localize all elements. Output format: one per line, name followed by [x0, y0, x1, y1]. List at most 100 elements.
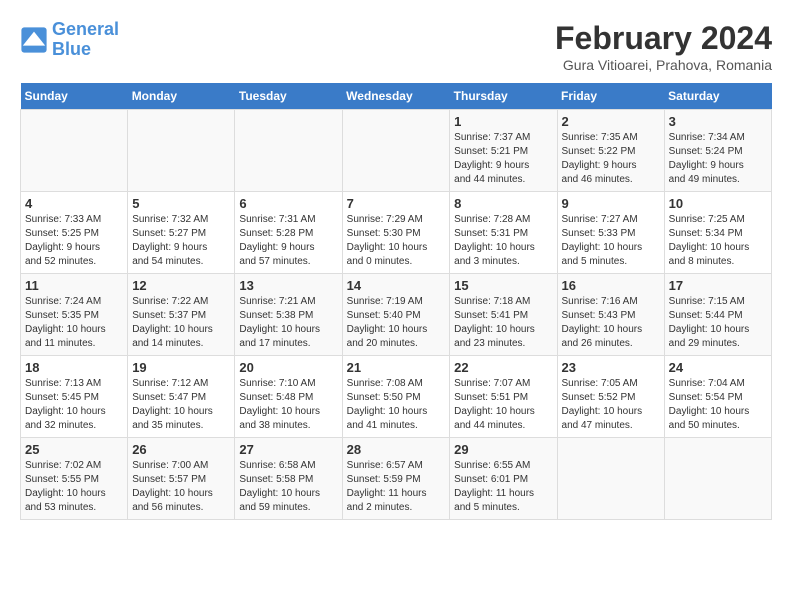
calendar-cell: 22 Sunrise: 7:07 AM Sunset: 5:51 PM Dayli… [450, 356, 557, 438]
day-info: Sunrise: 7:13 AM Sunset: 5:45 PM Dayligh… [25, 377, 123, 433]
calendar-cell: 27 Sunrise: 6:58 AM Sunset: 5:58 PM Dayli… [235, 438, 342, 520]
day-number: 8 [454, 196, 552, 211]
calendar-cell: 21 Sunrise: 7:08 AM Sunset: 5:50 PM Dayli… [342, 356, 450, 438]
calendar-cell: 8 Sunrise: 7:28 AM Sunset: 5:31 PM Daylig… [450, 192, 557, 274]
day-info: Sunrise: 7:33 AM Sunset: 5:25 PM Dayligh… [25, 213, 123, 269]
calendar-week-row: 25Sunrise: 7:02 AM Sunset: 5:55 PM Dayli… [21, 438, 772, 520]
calendar-cell [342, 110, 450, 192]
day-info: Sunrise: 7:05 AM Sunset: 5:52 PM Dayligh… [562, 377, 660, 433]
calendar-cell [557, 438, 664, 520]
day-info: Sunrise: 7:18 AM Sunset: 5:41 PM Dayligh… [454, 295, 552, 351]
day-number: 13 [239, 278, 337, 293]
calendar-cell: 12Sunrise: 7:22 AM Sunset: 5:37 PM Dayli… [128, 274, 235, 356]
calendar-cell: 29 Sunrise: 6:55 AM Sunset: 6:01 PM Dayli… [450, 438, 557, 520]
calendar-week-row: 1 Sunrise: 7:37 AM Sunset: 5:21 PM Daylig… [21, 110, 772, 192]
calendar-cell: 4 Sunrise: 7:33 AM Sunset: 5:25 PM Daylig… [21, 192, 128, 274]
day-info: Sunrise: 7:07 AM Sunset: 5:51 PM Dayligh… [454, 377, 552, 433]
day-info: Sunrise: 7:15 AM Sunset: 5:44 PM Dayligh… [669, 295, 767, 351]
day-number: 3 [669, 114, 767, 129]
day-number: 17 [669, 278, 767, 293]
day-number: 20 [239, 360, 337, 375]
day-number: 28 [347, 442, 446, 457]
day-number: 1 [454, 114, 552, 129]
day-info: Sunrise: 7:12 AM Sunset: 5:47 PM Dayligh… [132, 377, 230, 433]
calendar-cell: 24 Sunrise: 7:04 AM Sunset: 5:54 PM Dayli… [664, 356, 771, 438]
day-number: 7 [347, 196, 446, 211]
day-number: 2 [562, 114, 660, 129]
day-number: 5 [132, 196, 230, 211]
weekday-header-sunday: Sunday [21, 83, 128, 110]
calendar-cell: 3 Sunrise: 7:34 AM Sunset: 5:24 PM Daylig… [664, 110, 771, 192]
day-info: Sunrise: 7:34 AM Sunset: 5:24 PM Dayligh… [669, 131, 767, 187]
day-number: 22 [454, 360, 552, 375]
calendar-cell: 18 Sunrise: 7:13 AM Sunset: 5:45 PM Dayli… [21, 356, 128, 438]
calendar-cell: 23 Sunrise: 7:05 AM Sunset: 5:52 PM Dayli… [557, 356, 664, 438]
day-number: 4 [25, 196, 123, 211]
calendar-cell [128, 110, 235, 192]
day-number: 27 [239, 442, 337, 457]
day-info: Sunrise: 6:55 AM Sunset: 6:01 PM Dayligh… [454, 459, 552, 515]
day-info: Sunrise: 7:25 AM Sunset: 5:34 PM Dayligh… [669, 213, 767, 269]
calendar-cell: 20Sunrise: 7:10 AM Sunset: 5:48 PM Dayli… [235, 356, 342, 438]
calendar-cell: 10Sunrise: 7:25 AM Sunset: 5:34 PM Dayli… [664, 192, 771, 274]
day-info: Sunrise: 7:00 AM Sunset: 5:57 PM Dayligh… [132, 459, 230, 515]
day-number: 6 [239, 196, 337, 211]
calendar-cell: 9 Sunrise: 7:27 AM Sunset: 5:33 PM Daylig… [557, 192, 664, 274]
weekday-header-tuesday: Tuesday [235, 83, 342, 110]
day-info: Sunrise: 7:31 AM Sunset: 5:28 PM Dayligh… [239, 213, 337, 269]
calendar-cell: 1 Sunrise: 7:37 AM Sunset: 5:21 PM Daylig… [450, 110, 557, 192]
day-number: 26 [132, 442, 230, 457]
page-header: General Blue February 2024 Gura Vitioare… [20, 20, 772, 73]
calendar-cell: 11Sunrise: 7:24 AM Sunset: 5:35 PM Dayli… [21, 274, 128, 356]
calendar-week-row: 11Sunrise: 7:24 AM Sunset: 5:35 PM Dayli… [21, 274, 772, 356]
calendar-table: SundayMondayTuesdayWednesdayThursdayFrid… [20, 83, 772, 520]
day-info: Sunrise: 7:29 AM Sunset: 5:30 PM Dayligh… [347, 213, 446, 269]
weekday-header-saturday: Saturday [664, 83, 771, 110]
logo-icon [20, 26, 48, 54]
day-info: Sunrise: 7:08 AM Sunset: 5:50 PM Dayligh… [347, 377, 446, 433]
day-number: 24 [669, 360, 767, 375]
logo-line2: Blue [52, 39, 91, 59]
day-info: Sunrise: 6:57 AM Sunset: 5:59 PM Dayligh… [347, 459, 446, 515]
calendar-cell: 17 Sunrise: 7:15 AM Sunset: 5:44 PM Dayli… [664, 274, 771, 356]
day-number: 25 [25, 442, 123, 457]
day-info: Sunrise: 7:27 AM Sunset: 5:33 PM Dayligh… [562, 213, 660, 269]
day-info: Sunrise: 7:28 AM Sunset: 5:31 PM Dayligh… [454, 213, 552, 269]
calendar-cell [21, 110, 128, 192]
calendar-cell: 15 Sunrise: 7:18 AM Sunset: 5:41 PM Dayli… [450, 274, 557, 356]
day-number: 16 [562, 278, 660, 293]
day-number: 14 [347, 278, 446, 293]
day-info: Sunrise: 6:58 AM Sunset: 5:58 PM Dayligh… [239, 459, 337, 515]
title-block: February 2024 Gura Vitioarei, Prahova, R… [555, 20, 772, 73]
day-info: Sunrise: 7:04 AM Sunset: 5:54 PM Dayligh… [669, 377, 767, 433]
day-number: 19 [132, 360, 230, 375]
day-info: Sunrise: 7:16 AM Sunset: 5:43 PM Dayligh… [562, 295, 660, 351]
main-title: February 2024 [555, 20, 772, 57]
calendar-week-row: 4 Sunrise: 7:33 AM Sunset: 5:25 PM Daylig… [21, 192, 772, 274]
weekday-header-monday: Monday [128, 83, 235, 110]
day-info: Sunrise: 7:22 AM Sunset: 5:37 PM Dayligh… [132, 295, 230, 351]
calendar-cell: 5 Sunrise: 7:32 AM Sunset: 5:27 PM Daylig… [128, 192, 235, 274]
day-info: Sunrise: 7:35 AM Sunset: 5:22 PM Dayligh… [562, 131, 660, 187]
day-number: 29 [454, 442, 552, 457]
calendar-cell: 2 Sunrise: 7:35 AM Sunset: 5:22 PM Daylig… [557, 110, 664, 192]
day-number: 21 [347, 360, 446, 375]
weekday-header-wednesday: Wednesday [342, 83, 450, 110]
day-number: 9 [562, 196, 660, 211]
logo: General Blue [20, 20, 119, 60]
calendar-cell: 19 Sunrise: 7:12 AM Sunset: 5:47 PM Dayli… [128, 356, 235, 438]
day-info: Sunrise: 7:19 AM Sunset: 5:40 PM Dayligh… [347, 295, 446, 351]
calendar-cell: 26 Sunrise: 7:00 AM Sunset: 5:57 PM Dayli… [128, 438, 235, 520]
calendar-cell: 25Sunrise: 7:02 AM Sunset: 5:55 PM Dayli… [21, 438, 128, 520]
weekday-header-row: SundayMondayTuesdayWednesdayThursdayFrid… [21, 83, 772, 110]
weekday-header-friday: Friday [557, 83, 664, 110]
day-info: Sunrise: 7:37 AM Sunset: 5:21 PM Dayligh… [454, 131, 552, 187]
calendar-cell: 7 Sunrise: 7:29 AM Sunset: 5:30 PM Daylig… [342, 192, 450, 274]
calendar-cell: 13Sunrise: 7:21 AM Sunset: 5:38 PM Dayli… [235, 274, 342, 356]
day-number: 11 [25, 278, 123, 293]
subtitle: Gura Vitioarei, Prahova, Romania [555, 57, 772, 73]
day-info: Sunrise: 7:32 AM Sunset: 5:27 PM Dayligh… [132, 213, 230, 269]
day-number: 15 [454, 278, 552, 293]
day-number: 18 [25, 360, 123, 375]
day-number: 23 [562, 360, 660, 375]
